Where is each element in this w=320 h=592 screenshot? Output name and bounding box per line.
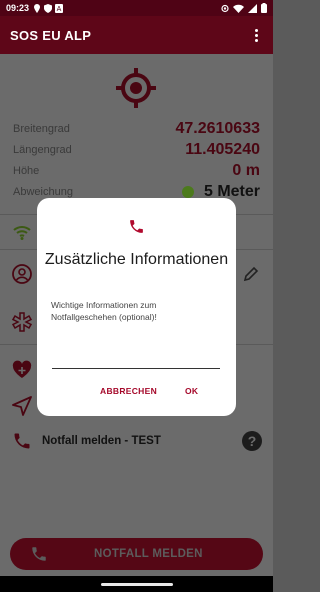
phone-icon [14,433,30,449]
help-icon[interactable]: ? [242,431,262,451]
battery-icon [261,3,267,13]
phone-icon [130,220,143,233]
report-emergency-button[interactable]: NOTFALL MELDEN [10,538,263,570]
longitude-row: Längengrad 11.405240 [13,140,260,160]
accuracy-status-dot [181,186,194,198]
pencil-icon[interactable] [243,266,259,282]
a-icon: A [55,3,64,13]
svg-text:A: A [57,6,62,13]
longitude-label: Längengrad [13,144,72,156]
phone-icon [32,547,46,561]
altitude-row: Höhe 0 m [13,161,260,181]
status-time: 09:23 [6,3,30,13]
more-vert-icon[interactable] [249,25,263,45]
wifi-icon [13,226,31,240]
additional-info-input[interactable] [52,347,220,369]
navigation-icon [12,396,32,416]
additional-info-dialog: Zusätzliche Informationen Wichtige Infor… [37,198,236,416]
latitude-value: 47.2610633 [175,120,260,137]
altitude-value: 0 m [232,162,260,179]
heart-plus-icon [12,360,32,378]
system-nav-bar [0,576,273,592]
ok-button[interactable]: OK [185,382,198,400]
person-icon [12,264,32,284]
latitude-row: Breitengrad 47.2610633 [13,119,260,139]
app-bar: SOS EU ALP [0,16,273,54]
dialog-title: Zusätzliche Informationen [44,251,229,268]
wifi-icon [233,4,244,13]
location-icon [221,4,229,12]
signal-icon [248,3,257,13]
longitude-value: 11.405240 [185,141,260,158]
status-bar: 09:23 A [0,0,273,16]
gps-target-icon [116,68,156,108]
medical-icon [12,312,32,332]
shield-icon [44,3,53,13]
report-emergency-button-label: NOTFALL MELDEN [94,548,203,560]
report-emergency-label: Notfall melden - TEST [42,435,161,447]
dialog-message: Wichtige Informationen zum Notfallgesche… [51,300,157,322]
altitude-label: Höhe [13,165,40,177]
accuracy-label: Abweichung [13,186,73,198]
report-emergency-row[interactable]: Notfall melden - TEST ? [12,428,262,454]
app-title: SOS EU ALP [10,27,92,43]
pin-icon [34,3,41,13]
home-gesture-handle[interactable] [100,582,173,586]
cancel-button[interactable]: ABBRECHEN [100,382,157,400]
latitude-label: Breitengrad [13,123,70,135]
